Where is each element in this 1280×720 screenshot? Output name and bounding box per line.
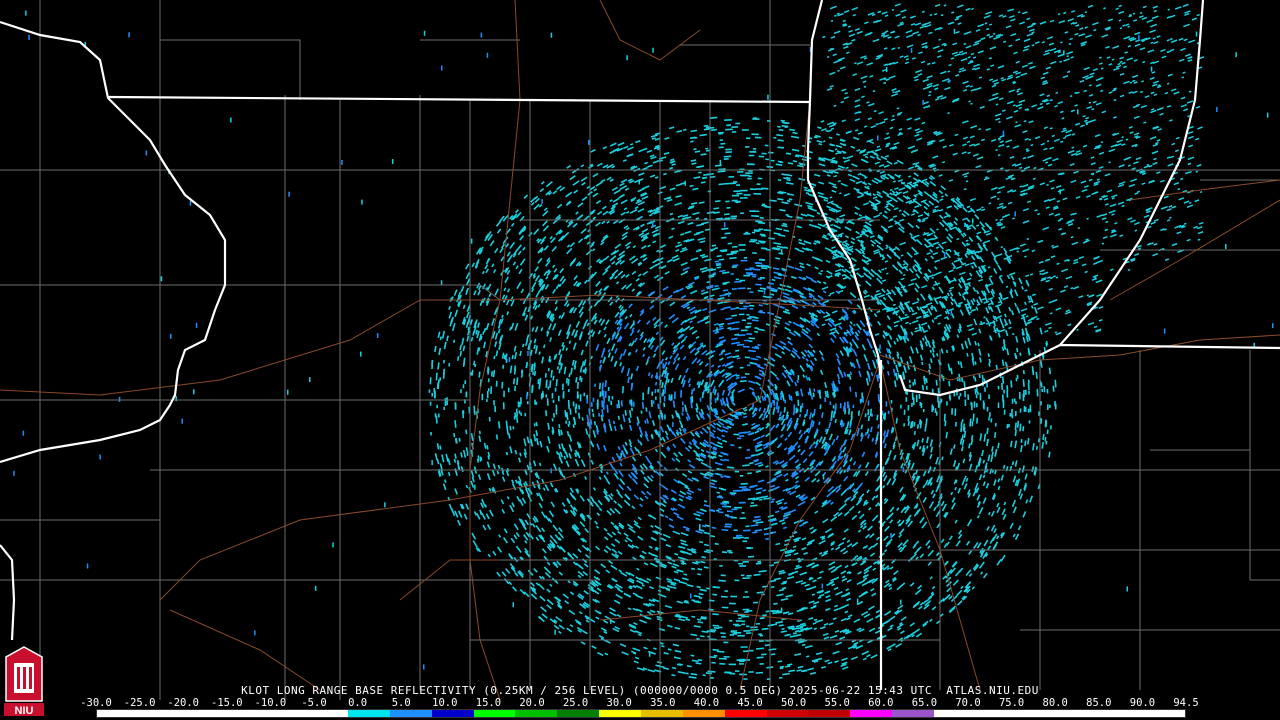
colorbar-segment [808, 710, 851, 717]
colorbar-tick-label: 80.0 [1042, 697, 1068, 709]
colorbar-segment [97, 710, 139, 717]
colorbar-segment [348, 710, 390, 717]
colorbar-tick-label: 90.0 [1129, 697, 1156, 709]
colorbar-segment [599, 710, 641, 717]
colorbar-tick-label: 50.0 [780, 697, 807, 709]
colorbar-tick-label: 35.0 [650, 697, 676, 709]
colorbar-segment [933, 710, 976, 717]
colorbar-segment [222, 710, 265, 717]
colorbar-tick-label: -10.0 [254, 697, 287, 709]
colorbar-segment [766, 710, 809, 717]
colorbar-tick-label: 70.0 [955, 697, 981, 709]
colorbar-tick-label: -25.0 [123, 697, 156, 709]
colorbar-tick-label: -5.0 [301, 697, 327, 709]
colorbar-segment [724, 710, 767, 717]
colorbar-segment [1059, 710, 1102, 717]
colorbar-segment [515, 710, 558, 717]
colorbar-segment [682, 710, 725, 717]
colorbar-segment [138, 710, 181, 717]
colorbar-segment [306, 710, 349, 717]
colorbar-segment [1101, 710, 1144, 717]
colorbar-tick-label: 55.0 [824, 697, 850, 709]
colorbar-tick-label: 60.0 [868, 697, 894, 709]
colorbar-tick-label: 25.0 [562, 697, 589, 709]
radar-site-marker [735, 394, 749, 408]
colorbar-tick-label: 20.0 [519, 697, 545, 709]
colorbar-segment [1017, 710, 1060, 717]
reflectivity-colorbar [96, 709, 1186, 718]
colorbar-tick-label: -30.0 [80, 697, 112, 709]
niu-logo-text: NIU [15, 705, 34, 717]
colorbar-tick-label: 40.0 [693, 697, 720, 709]
radar-map [0, 0, 1280, 720]
colorbar-segment [557, 710, 600, 717]
colorbar-segment [180, 710, 223, 717]
colorbar-segment [892, 710, 934, 717]
colorbar-tick-label: 15.0 [475, 697, 502, 709]
colorbar-tick-label: -20.0 [167, 697, 199, 709]
colorbar-tick-label: 85.0 [1086, 697, 1112, 709]
colorbar-tick-label: 45.0 [737, 697, 763, 709]
niu-logo-icon: NIU [4, 646, 44, 717]
colorbar-tick-label: 10.0 [432, 697, 458, 709]
colorbar-segment [431, 710, 474, 717]
colorbar-tick-label: -15.0 [210, 697, 243, 709]
colorbar-segment [389, 710, 432, 717]
colorbar-segment [640, 710, 683, 717]
colorbar-tick-label: 75.0 [998, 697, 1025, 709]
colorbar-segment [850, 710, 893, 717]
colorbar-segment [1143, 710, 1185, 717]
product-caption: KLOT LONG RANGE BASE REFLECTIVITY (0.25K… [241, 684, 1039, 697]
colorbar-labels: -30.0 -25.0 -20.0 -15.0 -10.0 -5.0 0.0 5.0 10.0 1… [80, 697, 1198, 709]
colorbar-tick-label: 65.0 [911, 697, 938, 709]
colorbar-segment [264, 710, 307, 717]
colorbar-tick-label: 30.0 [606, 697, 632, 709]
colorbar-tick-label: 0.0 [348, 697, 368, 709]
colorbar-tick-label: 94.5 [1173, 697, 1199, 709]
colorbar-tick-label: 5.0 [391, 697, 411, 709]
colorbar-segment [975, 710, 1018, 717]
colorbar-segment [473, 710, 516, 717]
